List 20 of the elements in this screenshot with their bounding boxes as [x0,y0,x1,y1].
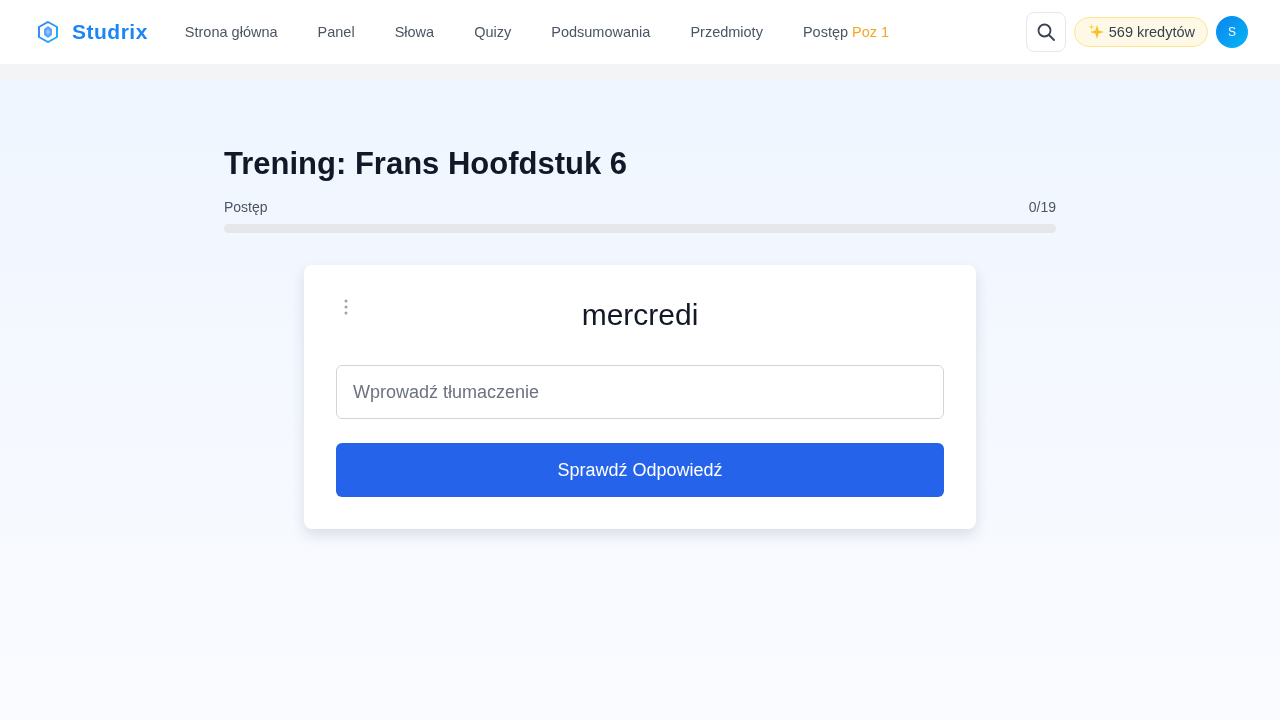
nav-link[interactable]: Postęp Poz 1 [802,24,890,40]
search-button[interactable] [1025,12,1066,52]
check-answer-button[interactable]: Sprawdź Odpowiedź [336,443,944,497]
logo-text[interactable]: Studrix [72,20,148,44]
prompt-word: mercredi [581,297,699,333]
nav-link[interactable]: Podsumowania [551,24,651,40]
nav-link[interactable]: Przedmioty [690,24,763,40]
nav-link[interactable]: Słowa [394,24,435,40]
hexagon-logo-icon [38,21,58,43]
sparkle-icon [1087,24,1104,40]
credits-text: 569 kredytów [1108,24,1195,40]
nav-link[interactable]: Strona główna [184,24,278,40]
progress-label: Postęp [224,198,268,216]
nav-link[interactable]: Panel [317,24,355,40]
progress-count: 0/19 [1028,198,1056,216]
credits-badge[interactable]: 569 kredytów [1073,17,1208,47]
search-icon [1036,23,1055,41]
page-title: Trening: Frans Hoofdstuk 6 [224,145,629,183]
nav-link[interactable]: Quizy [474,24,512,40]
answer-input[interactable]: Wprowadź tłumaczenie [336,365,944,419]
